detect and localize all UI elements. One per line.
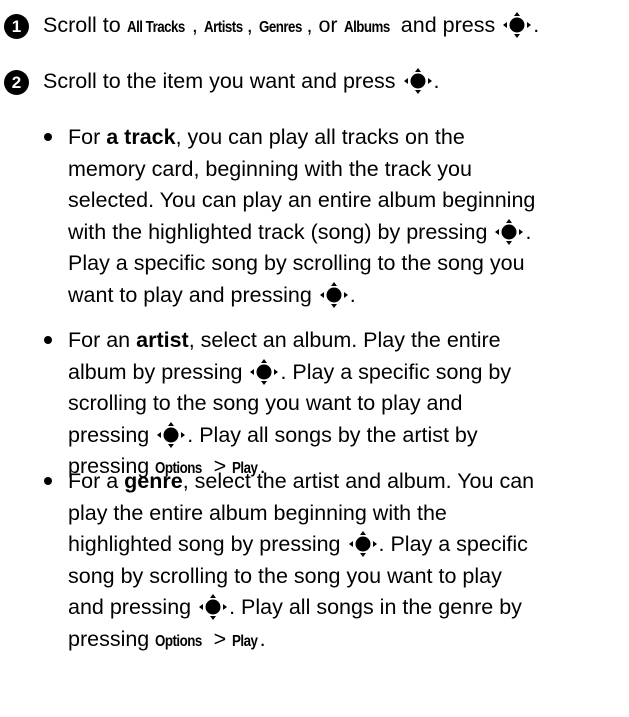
bullet-dot (44, 336, 52, 344)
lead-bold-genre: genre (124, 469, 183, 493)
bullet-track-line-6: want to play and pressing . (68, 280, 628, 312)
line-text: pressing (68, 422, 156, 447)
period: . (259, 626, 266, 651)
term-play: Play (232, 632, 258, 650)
line-text: , you can play all tracks on the (175, 125, 465, 149)
step-number-badge-1: 1 (4, 14, 29, 39)
line-text: highlighted song by pressing (68, 532, 347, 556)
lead-before: For an (68, 328, 137, 352)
term-artists: Artists (203, 19, 243, 36)
sep-2: , (246, 13, 259, 37)
bullet-genre-line-2: play the entire album beginning with the (68, 500, 447, 525)
bullet-dot (44, 477, 52, 485)
step-1-text-before: Scroll to (43, 13, 127, 37)
bullet-track-line-5: Play a specific song by scrolling to the… (68, 251, 525, 275)
step-1-period: . (533, 13, 540, 37)
line-text: and pressing (68, 595, 198, 619)
navigation-select-key-icon (319, 281, 349, 309)
line-text: . Play all songs by the artist by (187, 422, 478, 447)
navigation-select-key-icon (502, 11, 532, 39)
bullet-track-line-3: selected. You can play an entire album b… (68, 188, 536, 212)
gt-symbol: > (207, 626, 233, 651)
bullet-artist-line-4: pressing . Play all songs by the artist … (68, 420, 628, 452)
navigation-select-key-icon (156, 421, 186, 449)
navigation-select-key-icon (494, 218, 524, 246)
line-text: . Play a specific (378, 532, 528, 556)
navigation-select-key-icon (198, 593, 228, 621)
line-text: , select the artist and album. You can (182, 469, 535, 493)
sep-1: , (191, 13, 204, 37)
bullet-dot (44, 133, 52, 141)
sep-3: , or (306, 13, 344, 37)
step-1-text-after: and press (394, 13, 502, 37)
bullet-artist-body: For an artist, select an album. Play the… (68, 325, 628, 483)
step-number-badge-2: 2 (4, 70, 29, 95)
line-text: . Play all songs in the genre by (229, 595, 522, 619)
term-options: Options (155, 632, 202, 650)
lead-before: For (68, 125, 107, 149)
period: . (349, 282, 356, 307)
step-2-period: . (433, 69, 440, 93)
bullet-genre-line-5: and pressing . Play all songs in the gen… (68, 592, 628, 624)
step-1-text: Scroll to All Tracks, Artists, Genres, o… (43, 10, 539, 44)
line-text: , select an album. Play the entire (188, 328, 501, 352)
navigation-select-key-icon (403, 67, 433, 95)
step-2-text: Scroll to the item you want and press . (43, 66, 440, 98)
bullet-track-line-4: with the highlighted track (song) by pre… (68, 217, 628, 249)
period: . (525, 219, 532, 244)
instruction-page: 1 Scroll to All Tracks, Artists, Genres,… (0, 0, 629, 717)
bullet-artist-line-1: For an artist, select an album. Play the… (68, 325, 628, 357)
line-text: . Play a specific song by (280, 359, 512, 384)
step-2-text-content: Scroll to the item you want and press (43, 69, 402, 93)
navigation-select-key-icon (249, 358, 279, 386)
line-text: with the highlighted track (song) by pre… (68, 219, 494, 244)
bullet-genre-line-4: song by scrolling to the song you want t… (68, 563, 502, 588)
term-all-tracks: All Tracks (126, 19, 185, 36)
line-text: pressing (68, 626, 156, 651)
term-albums: Albums (343, 19, 390, 36)
navigation-select-key-icon (348, 530, 378, 558)
bullet-track-line-1: For a track, you can play all tracks on … (68, 122, 628, 154)
bullet-track-line-2: memory card, beginning with the track yo… (68, 156, 472, 181)
lead-bold-track: a track (106, 125, 176, 149)
lead-before: For a (68, 469, 125, 493)
bullet-genre-body: For a genre, select the artist and album… (68, 466, 628, 655)
line-text: want to play and pressing (68, 282, 318, 307)
bullet-genre-line-6: pressing Options > Play. (68, 624, 628, 656)
bullet-artist-line-2: album by pressing . Play a specific song… (68, 357, 628, 389)
bullet-track-body: For a track, you can play all tracks on … (68, 122, 628, 311)
term-genres: Genres (258, 19, 302, 36)
line-text: album by pressing (68, 359, 249, 384)
bullet-genre-line-3: highlighted song by pressing . Play a sp… (68, 529, 628, 561)
bullet-genre-line-1: For a genre, select the artist and album… (68, 466, 628, 498)
bullet-artist-line-3: scrolling to the song you want to play a… (68, 391, 463, 415)
lead-bold-artist: artist (136, 328, 189, 352)
